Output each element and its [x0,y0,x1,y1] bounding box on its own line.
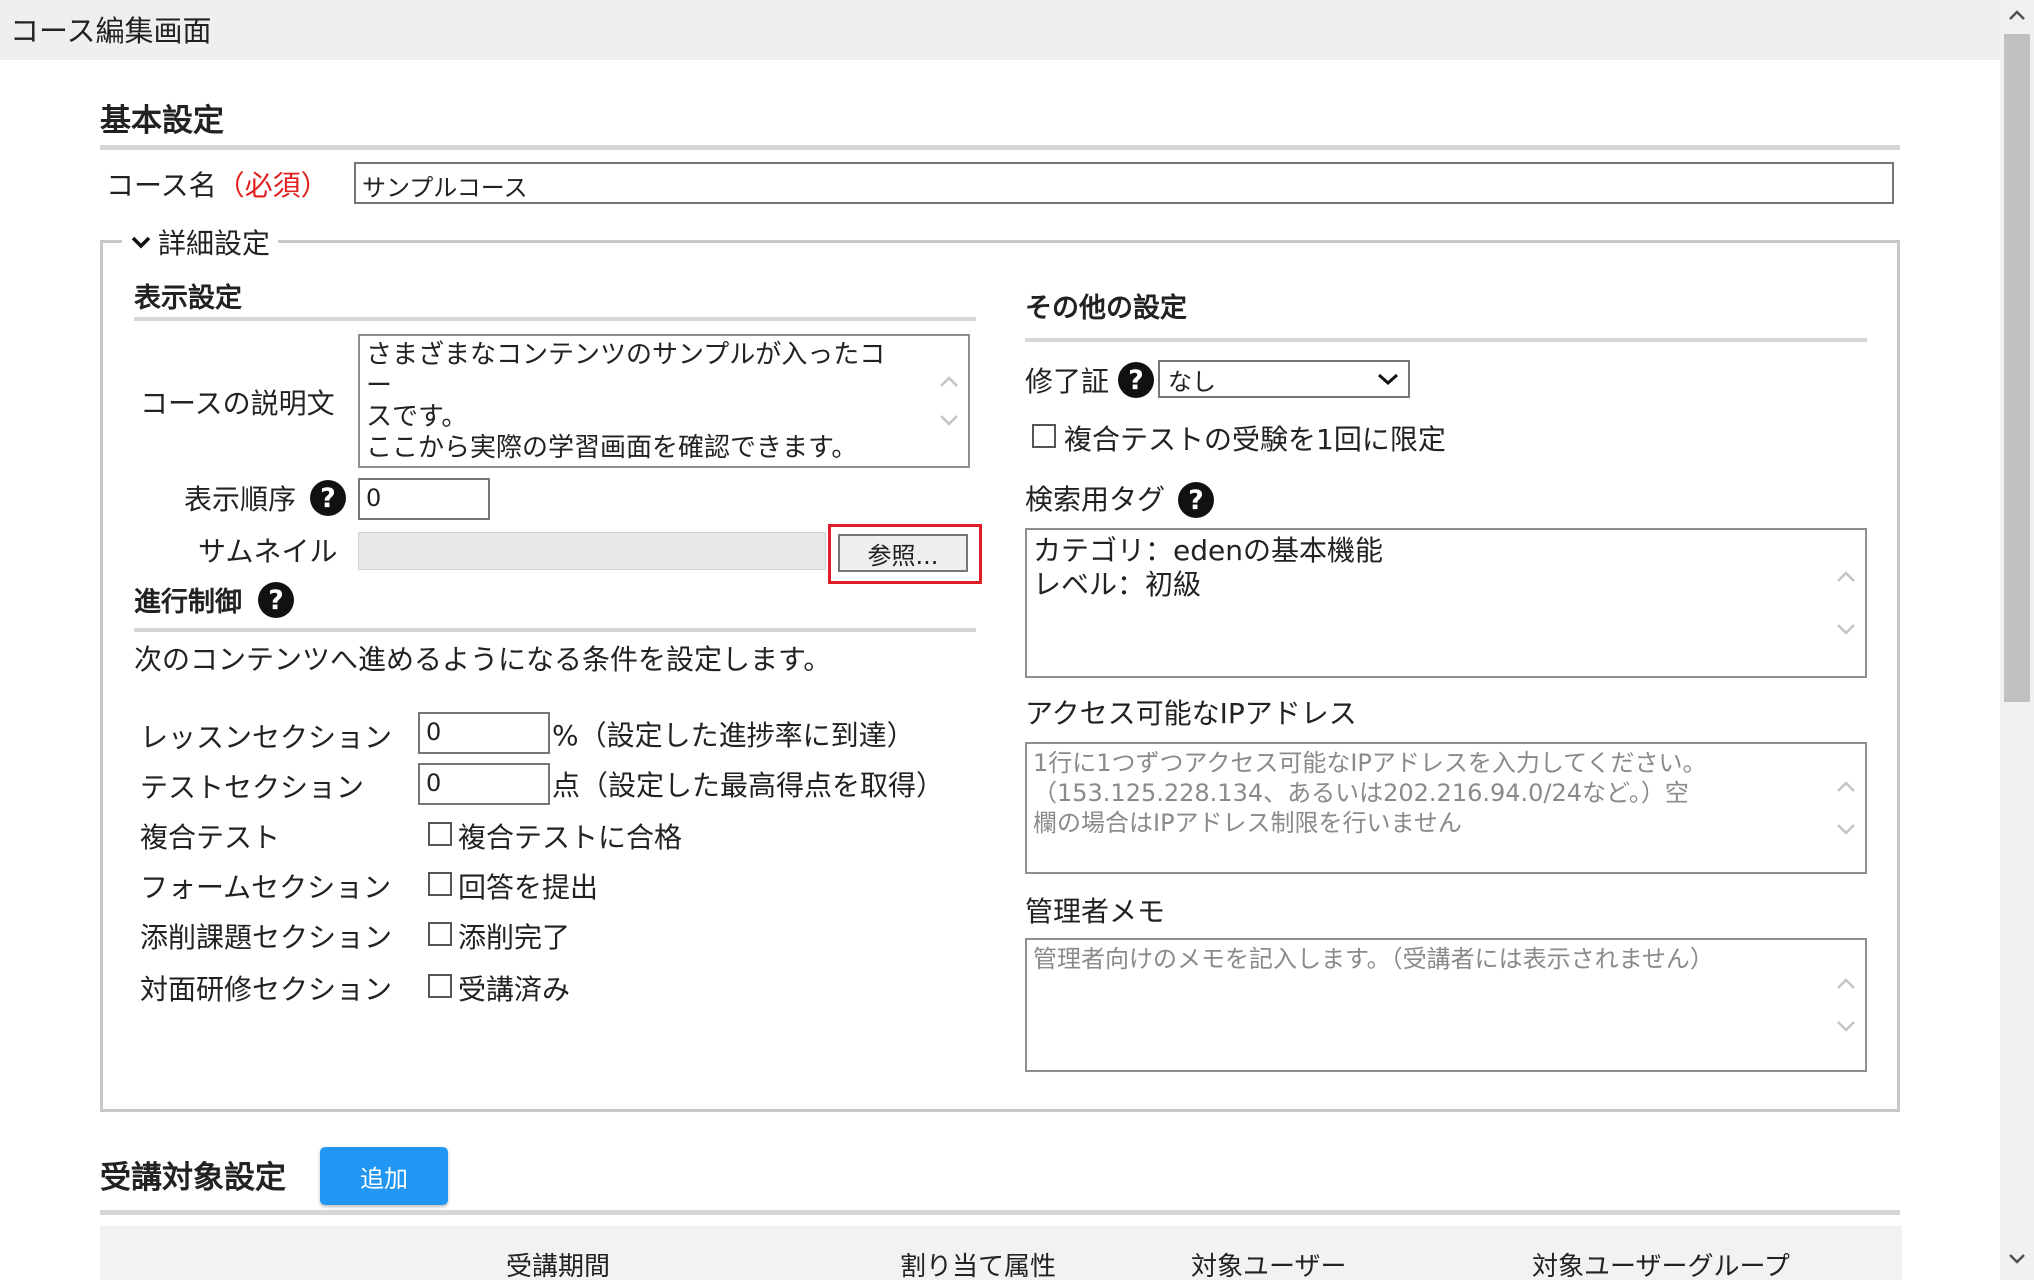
help-icon[interactable]: ? [1178,482,1214,518]
admin-memo-textarea[interactable]: 管理者向けのメモを記入します。（受講者には表示されません） [1025,938,1867,1072]
certificate-select-value: なし [1168,367,1216,396]
scroll-down-icon[interactable] [1836,823,1856,835]
description-line-1: さまざまなコンテンツのサンプルが入ったコー [366,340,886,401]
form-section-checkbox[interactable] [428,872,452,896]
display-order-label: 表示順序 [184,483,297,516]
ip-address-label: アクセス可能なIPアドレス [1025,697,1357,730]
course-name-input[interactable]: サンプルコース [354,162,1894,204]
inperson-section-check-label: 受講済み [458,973,571,1006]
help-icon[interactable]: ? [310,480,346,516]
search-tags-label: 検索用タグ [1025,483,1166,516]
help-icon[interactable]: ? [1118,362,1154,398]
certificate-label: 修了証 [1025,365,1110,398]
form-section-label: フォームセクション [140,871,392,904]
display-order-input[interactable]: 0 [358,478,490,520]
details-legend: 詳細設定 [158,227,271,260]
lesson-section-input[interactable]: 0 [418,712,550,754]
admin-memo-placeholder: 管理者向けのメモを記入します。（受講者には表示されません） [1033,945,1714,973]
progress-control-heading: 進行制御 [134,587,242,618]
description-textarea[interactable]: さまざまなコンテンツのサンプルが入ったコー スです。 ここから実際の学習画面を確… [358,334,970,468]
test-section-label: テストセクション [140,771,365,804]
limit-composite-label: 複合テストの受験を1回に限定 [1064,423,1446,456]
ip-placeholder-line-3: 欄の場合はIPアドレス制限を行いません [1033,809,1462,837]
scroll-up-icon[interactable] [2000,0,2034,30]
column-header-period[interactable]: 受講期間 [506,1246,610,1280]
target-table-header: 受講期間 割り当て属性 対象ユーザー 対象ユーザーグループ [100,1226,1902,1280]
details-toggle[interactable]: 詳細設定 [122,222,279,262]
review-section-label: 添削課題セクション [140,921,393,954]
other-settings-rule [1025,338,1867,342]
chevron-down-icon [1378,373,1398,386]
chevron-down-icon [130,235,152,249]
description-label: コースの説明文 [140,387,335,420]
test-section-suffix: 点（設定した最高得点を取得） [552,769,945,802]
scrollbar-thumb[interactable] [2004,34,2030,702]
column-header-attribute[interactable]: 割り当て属性 [900,1246,1056,1280]
scroll-down-icon[interactable] [939,414,959,426]
ip-placeholder-line-2: （153.125.228.134、あるいは202.216.94.0/24など。）… [1033,779,1689,807]
scroll-up-icon[interactable] [939,376,959,388]
search-tags-line-2: レベル：初級 [1033,568,1202,601]
display-settings-heading: 表示設定 [134,283,242,314]
highlight-box [828,524,982,584]
target-settings-rule [100,1210,1900,1215]
inperson-section-label: 対面研修セクション [140,973,393,1006]
target-settings-heading: 受講対象設定 [100,1160,286,1196]
description-scrollbar[interactable] [932,338,966,464]
admin-memo-scrollbar[interactable] [1829,942,1863,1068]
column-header-user-groups[interactable]: 対象ユーザーグループ [1532,1246,1790,1280]
scroll-down-icon[interactable] [1836,623,1856,635]
composite-test-label: 複合テスト [140,821,281,854]
add-target-button[interactable]: 追加 [320,1147,448,1205]
progress-control-rule [134,628,976,632]
test-section-input[interactable]: 0 [418,763,550,805]
thumbnail-label: サムネイル [198,535,338,568]
admin-memo-label: 管理者メモ [1025,895,1166,928]
scroll-down-icon[interactable] [1836,1020,1856,1032]
course-name-label: コース名（必須） [106,164,329,204]
composite-test-checkbox[interactable] [428,822,452,846]
lesson-section-label: レッスンセクション [140,721,393,754]
composite-test-check-label: 複合テストに合格 [458,821,683,854]
review-section-check-label: 添削完了 [458,921,571,954]
ip-address-textarea[interactable]: 1行に1つずつアクセス可能なIPアドレスを入力してください。 （153.125.… [1025,742,1867,874]
scroll-up-icon[interactable] [1836,781,1856,793]
search-tags-scrollbar[interactable] [1829,532,1863,674]
basic-settings-heading: 基本設定 [100,103,224,139]
other-settings-heading: その他の設定 [1025,293,1187,324]
course-name-label-text: コース名 [106,169,217,202]
help-icon[interactable]: ? [258,582,294,618]
certificate-select[interactable]: なし [1158,360,1410,398]
page-scrollbar[interactable] [2000,0,2034,1280]
scroll-down-icon[interactable] [2000,1244,2034,1274]
inperson-section-checkbox[interactable] [428,974,452,998]
basic-settings-rule [100,145,1900,150]
description-line-3: ここから実際の学習画面を確認できます。 [366,433,858,463]
ip-placeholder-line-1: 1行に1つずつアクセス可能なIPアドレスを入力してください。 [1033,749,1707,777]
window-titlebar: コース編集画面 [0,0,2000,60]
required-mark: （必須） [216,169,329,202]
progress-description: 次のコンテンツへ進めるようになる条件を設定します。 [134,643,832,676]
column-header-users[interactable]: 対象ユーザー [1191,1246,1346,1280]
review-section-checkbox[interactable] [428,922,452,946]
display-settings-rule [134,317,976,321]
lesson-section-suffix: %（設定した進捗率に到達） [552,719,915,752]
window-title: コース編集画面 [10,14,212,48]
description-line-2: スです。 [366,402,468,432]
scroll-up-icon[interactable] [1836,571,1856,583]
search-tags-line-1: カテゴリ：edenの基本機能 [1033,534,1383,567]
ip-address-scrollbar[interactable] [1829,746,1863,870]
search-tags-textarea[interactable]: カテゴリ：edenの基本機能 レベル：初級 [1025,528,1867,678]
limit-composite-checkbox[interactable] [1032,424,1056,448]
thumbnail-file-field[interactable] [358,532,826,570]
form-section-check-label: 回答を提出 [458,871,599,904]
scroll-up-icon[interactable] [1836,978,1856,990]
